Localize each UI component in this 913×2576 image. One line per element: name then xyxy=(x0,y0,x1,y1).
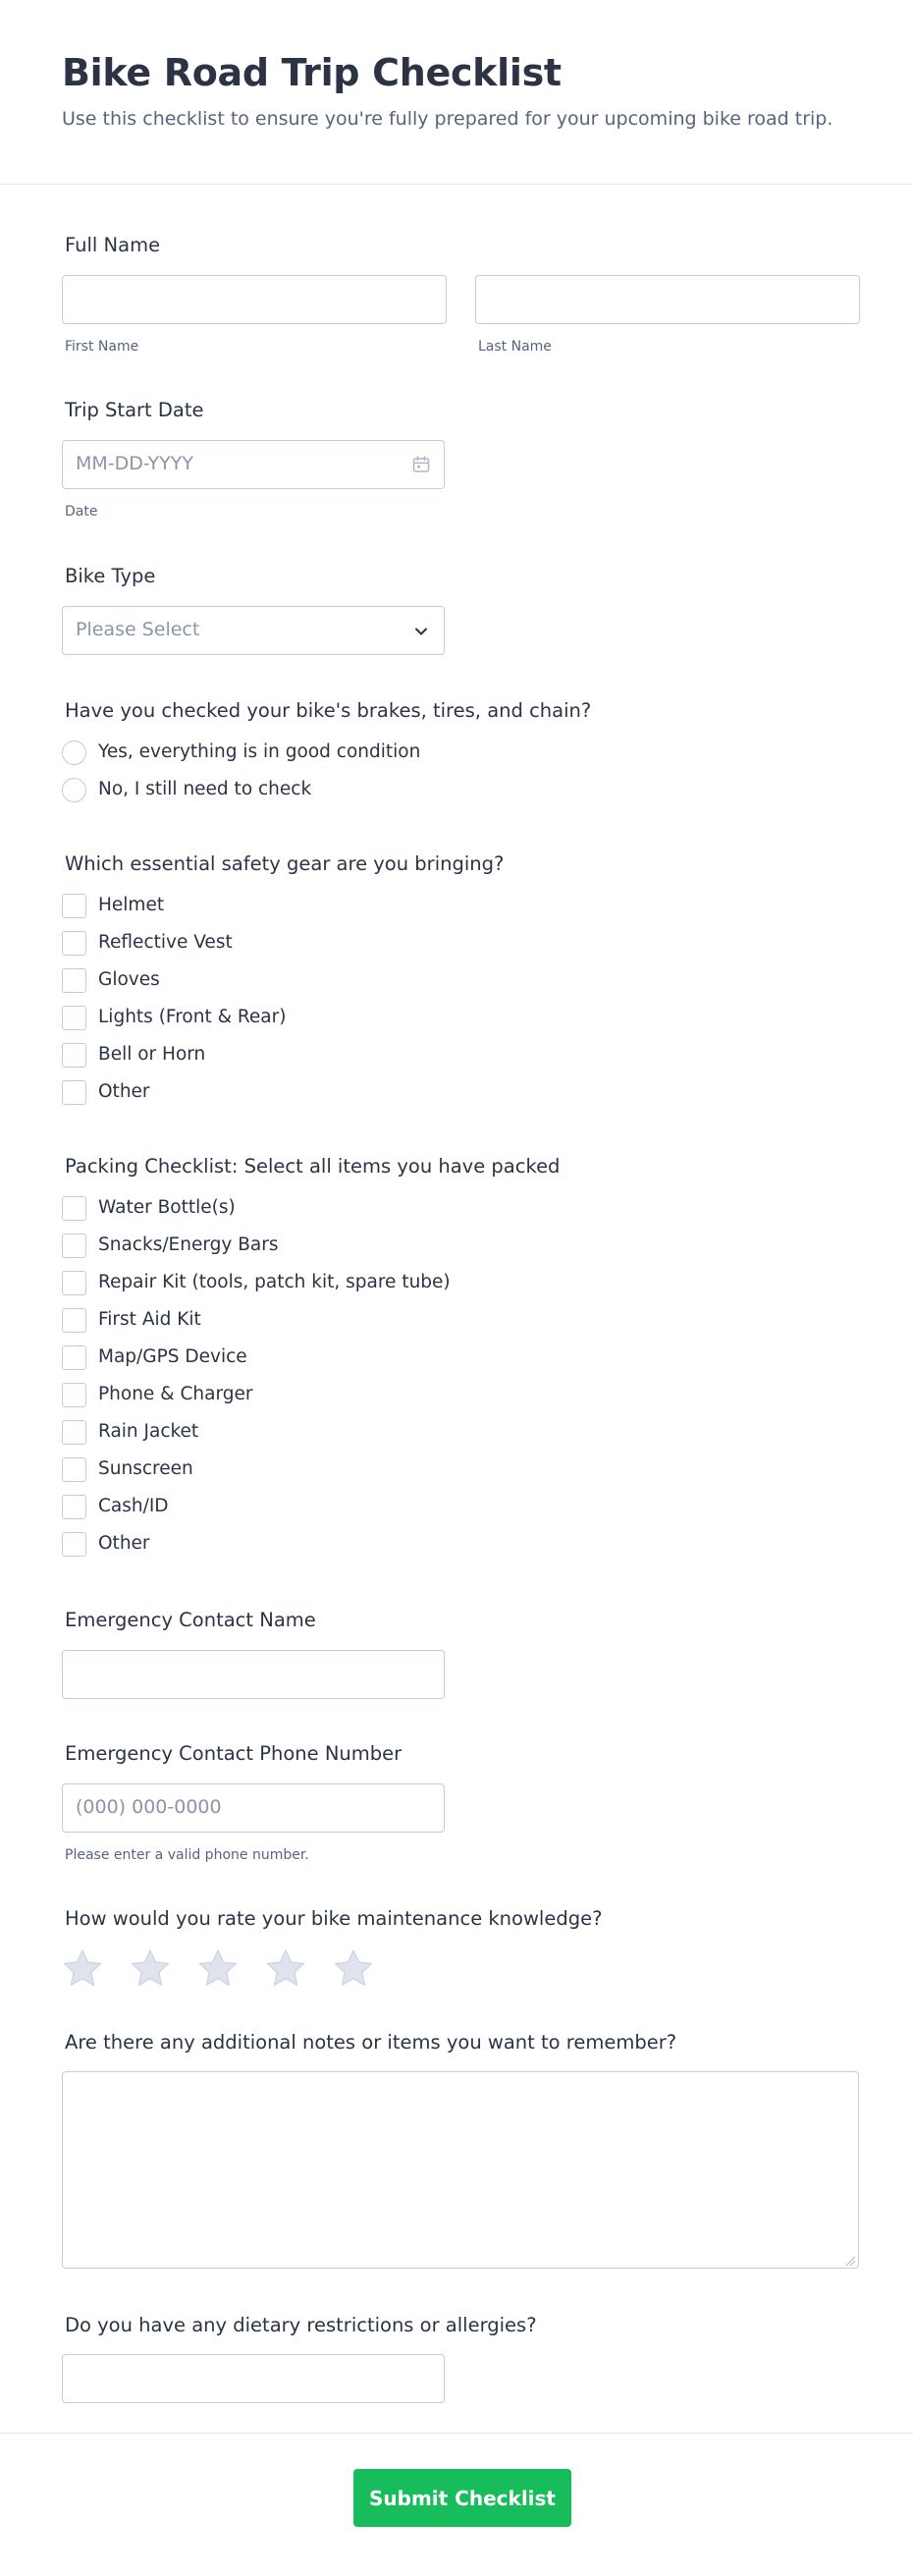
rating-label: How would you rate your bike maintenance… xyxy=(65,1907,603,1930)
packing-option-label: Repair Kit (tools, patch kit, spare tube… xyxy=(98,1272,451,1292)
safety-gear-option-label: Other xyxy=(98,1081,150,1102)
packing-checkbox[interactable] xyxy=(62,1457,86,1482)
bike-type-label: Bike Type xyxy=(65,565,156,587)
notes-label: Are there any additional notes or items … xyxy=(65,2031,677,2054)
packing-checkbox[interactable] xyxy=(62,1308,86,1333)
safety-gear-option-label: Gloves xyxy=(98,969,160,990)
trip-date-label: Trip Start Date xyxy=(65,399,204,421)
dietary-input[interactable] xyxy=(62,2354,445,2403)
safety-gear-checkbox[interactable] xyxy=(62,1006,86,1030)
emergency-name-input[interactable] xyxy=(62,1650,445,1699)
dietary-label: Do you have any dietary restrictions or … xyxy=(65,2314,537,2336)
packing-option-label: Water Bottle(s) xyxy=(98,1197,236,1218)
packing-checkbox[interactable] xyxy=(62,1532,86,1557)
bike-check-option-label: Yes, everything is in good condition xyxy=(98,741,421,762)
packing-option-label: Sunscreen xyxy=(98,1458,193,1479)
packing-option-label: Cash/ID xyxy=(98,1496,169,1516)
packing-checkbox[interactable] xyxy=(62,1196,86,1221)
trip-date-sublabel: Date xyxy=(65,504,98,520)
bike-check-radio-yes[interactable] xyxy=(62,740,86,765)
last-name-sublabel: Last Name xyxy=(478,339,552,355)
packing-option-label: First Aid Kit xyxy=(98,1309,201,1330)
packing-checkbox[interactable] xyxy=(62,1233,86,1258)
packing-option-label: Phone & Charger xyxy=(98,1384,253,1404)
bike-check-option-label: No, I still need to check xyxy=(98,779,312,799)
full-name-label: Full Name xyxy=(65,234,161,256)
star-icon[interactable] xyxy=(265,1948,306,1988)
bike-type-select[interactable]: Please Select xyxy=(62,606,445,655)
safety-gear-option-label: Lights (Front & Rear) xyxy=(98,1007,287,1027)
safety-gear-checkbox[interactable] xyxy=(62,1043,86,1068)
trip-date-input[interactable]: MM-DD-YYYY xyxy=(62,440,445,489)
safety-gear-label: Which essential safety gear are you brin… xyxy=(65,852,505,875)
bike-check-radio-no[interactable] xyxy=(62,778,86,802)
packing-checkbox[interactable] xyxy=(62,1271,86,1295)
form-subtitle: Use this checklist to ensure you're full… xyxy=(62,108,833,130)
emergency-phone-input[interactable]: (000) 000-0000 xyxy=(62,1783,445,1833)
packing-option-label: Rain Jacket xyxy=(98,1421,199,1442)
first-name-sublabel: First Name xyxy=(65,339,139,355)
safety-gear-checkbox[interactable] xyxy=(62,894,86,918)
packing-checkbox[interactable] xyxy=(62,1345,86,1370)
resize-handle-icon[interactable] xyxy=(844,2255,856,2267)
packing-checkbox[interactable] xyxy=(62,1383,86,1407)
first-name-input[interactable] xyxy=(62,275,447,324)
star-icon[interactable] xyxy=(197,1948,239,1988)
packing-option-label: Map/GPS Device xyxy=(98,1346,247,1367)
star-rating xyxy=(62,1946,396,1990)
last-name-input[interactable] xyxy=(475,275,860,324)
packing-option-label: Other xyxy=(98,1533,150,1554)
calendar-icon[interactable] xyxy=(411,455,431,474)
emergency-name-label: Emergency Contact Name xyxy=(65,1609,316,1631)
packing-option-label: Snacks/Energy Bars xyxy=(98,1234,279,1255)
safety-gear-option-label: Helmet xyxy=(98,895,165,915)
star-icon[interactable] xyxy=(62,1948,103,1988)
bike-type-placeholder: Please Select xyxy=(76,619,200,640)
emergency-phone-placeholder: (000) 000-0000 xyxy=(76,1796,222,1818)
header-divider xyxy=(0,184,913,185)
notes-textarea[interactable] xyxy=(62,2071,859,2269)
form-title: Bike Road Trip Checklist xyxy=(62,51,562,94)
bike-check-label: Have you checked your bike's brakes, tir… xyxy=(65,699,592,722)
emergency-phone-sublabel: Please enter a valid phone number. xyxy=(65,1847,309,1863)
safety-gear-checkbox[interactable] xyxy=(62,931,86,956)
trip-date-placeholder: MM-DD-YYYY xyxy=(76,453,193,474)
safety-gear-checkbox[interactable] xyxy=(62,1080,86,1105)
safety-gear-checkbox[interactable] xyxy=(62,968,86,993)
safety-gear-option-label: Reflective Vest xyxy=(98,932,233,953)
star-icon[interactable] xyxy=(333,1948,374,1988)
chevron-down-icon xyxy=(412,623,430,640)
packing-label: Packing Checklist: Select all items you … xyxy=(65,1155,561,1178)
safety-gear-option-label: Bell or Horn xyxy=(98,1044,206,1065)
footer-divider xyxy=(0,2433,913,2434)
emergency-phone-label: Emergency Contact Phone Number xyxy=(65,1742,403,1765)
packing-checkbox[interactable] xyxy=(62,1420,86,1445)
star-icon[interactable] xyxy=(130,1948,171,1988)
submit-button[interactable]: Submit Checklist xyxy=(353,2469,571,2527)
packing-checkbox[interactable] xyxy=(62,1495,86,1519)
